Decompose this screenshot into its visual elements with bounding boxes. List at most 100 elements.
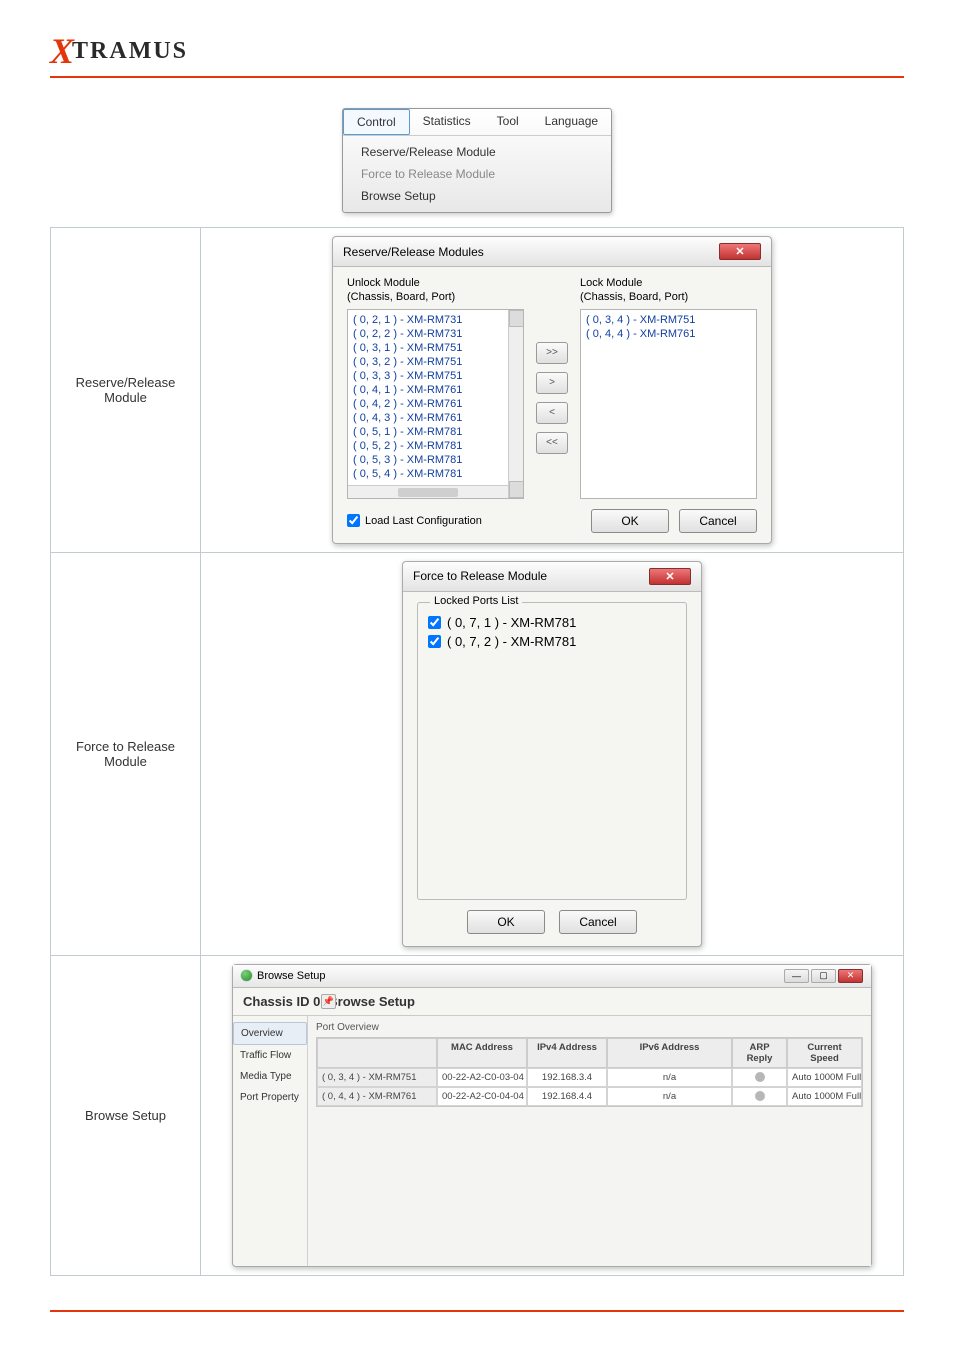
- menu-bar: Control Statistics Tool Language: [343, 109, 611, 136]
- locked-item[interactable]: ( 0, 7, 2 ) - XM-RM781: [424, 632, 680, 651]
- browse-setup-window: Browse Setup — ▢ ✕ Chassis ID 0: Browse …: [232, 964, 872, 1267]
- locked-item-checkbox[interactable]: [428, 616, 441, 629]
- cell-speed: Auto 1000M Full: [787, 1068, 862, 1087]
- cell-ipv4: 192.168.3.4: [527, 1068, 607, 1087]
- move-left-button[interactable]: <: [536, 402, 568, 424]
- ok-button[interactable]: OK: [467, 910, 545, 934]
- load-last-label: Load Last Configuration: [365, 515, 482, 527]
- cell-arp: [732, 1087, 787, 1106]
- cell-ipv6: n/a: [607, 1087, 732, 1106]
- reserve-titlebar: Reserve/Release Modules ✕: [333, 237, 771, 267]
- cancel-button[interactable]: Cancel: [559, 910, 637, 934]
- menu-tab-language[interactable]: Language: [532, 109, 611, 135]
- minimize-icon[interactable]: —: [784, 969, 809, 983]
- grid-header: MAC Address IPv4 Address IPv6 Address AR…: [317, 1038, 862, 1068]
- menu-item-browse[interactable]: Browse Setup: [343, 185, 611, 207]
- side-tabs: Overview Traffic Flow Media Type Port Pr…: [233, 1016, 308, 1266]
- locked-list-label: Locked Ports List: [430, 595, 522, 607]
- side-tab-port[interactable]: Port Property: [233, 1087, 307, 1108]
- list-item[interactable]: ( 0, 5, 3 ) - XM-RM781: [351, 453, 520, 467]
- cell-speed: Auto 1000M Full: [787, 1087, 862, 1106]
- locked-list-group: Locked Ports List ( 0, 7, 1 ) - XM-RM781…: [417, 602, 687, 900]
- dropdown-menu: Control Statistics Tool Language Reserve…: [342, 108, 612, 213]
- cancel-button[interactable]: Cancel: [679, 509, 757, 533]
- browse-titlebar: Browse Setup — ▢ ✕: [233, 965, 871, 988]
- col-blank: [317, 1038, 437, 1068]
- locked-item-checkbox[interactable]: [428, 635, 441, 648]
- cell-ipv6: n/a: [607, 1068, 732, 1087]
- locked-list: ( 0, 7, 1 ) - XM-RM781 ( 0, 7, 2 ) - XM-R…: [424, 613, 680, 893]
- list-item[interactable]: ( 0, 4, 3 ) - XM-RM761: [351, 411, 520, 425]
- load-last-checkbox[interactable]: Load Last Configuration: [347, 514, 482, 527]
- col-ipv6: IPv6 Address: [607, 1038, 732, 1068]
- transfer-buttons: >> > < <<: [536, 277, 568, 499]
- browse-title-text: Browse Setup: [257, 970, 325, 982]
- locked-item-label: ( 0, 7, 2 ) - XM-RM781: [447, 634, 576, 649]
- list-item[interactable]: ( 0, 5, 2 ) - XM-RM781: [351, 439, 520, 453]
- arp-dot-icon: [755, 1091, 765, 1101]
- side-tab-media[interactable]: Media Type: [233, 1066, 307, 1087]
- force-release-window: Force to Release Module ✕ Locked Ports L…: [402, 561, 702, 947]
- load-last-input[interactable]: [347, 514, 360, 527]
- unlock-label: Unlock Module (Chassis, Board, Port): [347, 277, 524, 305]
- menu-tab-tool[interactable]: Tool: [484, 109, 532, 135]
- menu-tab-statistics[interactable]: Statistics: [410, 109, 484, 135]
- cell-mac: 00-22-A2-C0-03-04: [437, 1068, 527, 1087]
- list-item[interactable]: ( 0, 2, 1 ) - XM-RM731: [351, 313, 520, 327]
- arp-dot-icon: [755, 1072, 765, 1082]
- logo-x: X: [50, 30, 74, 72]
- menu-items: Reserve/Release Module Force to Release …: [343, 136, 611, 212]
- feature-table: Reserve/Release Module Reserve/Release M…: [50, 227, 904, 1276]
- list-item[interactable]: ( 0, 5, 4 ) - XM-RM781: [351, 467, 520, 481]
- cell-port: ( 0, 3, 4 ) - XM-RM751: [317, 1068, 437, 1087]
- side-tab-traffic[interactable]: Traffic Flow: [233, 1045, 307, 1066]
- lock-listbox[interactable]: ( 0, 3, 4 ) - XM-RM751( 0, 4, 4 ) - XM-R…: [580, 309, 757, 499]
- list-item[interactable]: ( 0, 4, 4 ) - XM-RM761: [584, 327, 753, 341]
- xtramus-logo: X TRAMUS: [50, 30, 904, 72]
- list-item[interactable]: ( 0, 3, 2 ) - XM-RM751: [351, 355, 520, 369]
- row1-label: Reserve/Release Module: [51, 228, 201, 553]
- menu-item-force[interactable]: Force to Release Module: [343, 163, 611, 185]
- ok-button[interactable]: OK: [591, 509, 669, 533]
- status-dot-icon: [241, 970, 252, 981]
- lock-label: Lock Module (Chassis, Board, Port): [580, 277, 757, 305]
- close-icon[interactable]: ✕: [649, 568, 691, 585]
- menu-screenshot: Control Statistics Tool Language Reserve…: [50, 108, 904, 213]
- cell-ipv4: 192.168.4.4: [527, 1087, 607, 1106]
- list-item[interactable]: ( 0, 3, 4 ) - XM-RM751: [584, 313, 753, 327]
- locked-item[interactable]: ( 0, 7, 1 ) - XM-RM781: [424, 613, 680, 632]
- list-item[interactable]: ( 0, 5, 1 ) - XM-RM781: [351, 425, 520, 439]
- logo-header: X TRAMUS: [50, 30, 904, 78]
- col-arp: ARP Reply: [732, 1038, 787, 1068]
- cell-arp: [732, 1068, 787, 1087]
- move-all-right-button[interactable]: >>: [536, 342, 568, 364]
- side-tab-overview[interactable]: Overview: [233, 1022, 307, 1045]
- table-row[interactable]: ( 0, 3, 4 ) - XM-RM75100-22-A2-C0-03-041…: [317, 1068, 862, 1087]
- list-item[interactable]: ( 0, 3, 3 ) - XM-RM751: [351, 369, 520, 383]
- col-ipv4: IPv4 Address: [527, 1038, 607, 1068]
- pin-icon[interactable]: 📌: [321, 994, 336, 1009]
- menu-tab-control[interactable]: Control: [343, 109, 410, 135]
- close-icon[interactable]: ✕: [719, 243, 761, 260]
- list-item[interactable]: ( 0, 4, 1 ) - XM-RM761: [351, 383, 520, 397]
- cell-mac: 00-22-A2-C0-04-04: [437, 1087, 527, 1106]
- footer-rule: [50, 1310, 904, 1312]
- close-icon[interactable]: ✕: [838, 969, 863, 983]
- menu-item-reserve[interactable]: Reserve/Release Module: [343, 141, 611, 163]
- list-item[interactable]: ( 0, 4, 2 ) - XM-RM761: [351, 397, 520, 411]
- list-item[interactable]: ( 0, 3, 1 ) - XM-RM751: [351, 341, 520, 355]
- scrollbar-vertical[interactable]: [508, 310, 523, 498]
- col-speed: Current Speed: [787, 1038, 862, 1068]
- logo-text: TRAMUS: [72, 38, 188, 65]
- move-right-button[interactable]: >: [536, 372, 568, 394]
- browse-main-pane: Port Overview MAC Address IPv4 Address I…: [308, 1016, 871, 1266]
- reserve-release-window: Reserve/Release Modules ✕ Unlock Module …: [332, 236, 772, 544]
- list-item[interactable]: ( 0, 2, 2 ) - XM-RM731: [351, 327, 520, 341]
- unlock-listbox[interactable]: ( 0, 2, 1 ) - XM-RM731( 0, 2, 2 ) - XM-R…: [347, 309, 524, 499]
- cell-port: ( 0, 4, 4 ) - XM-RM761: [317, 1087, 437, 1106]
- table-row[interactable]: ( 0, 4, 4 ) - XM-RM76100-22-A2-C0-04-041…: [317, 1087, 862, 1106]
- port-grid: MAC Address IPv4 Address IPv6 Address AR…: [316, 1037, 863, 1107]
- maximize-icon[interactable]: ▢: [811, 969, 836, 983]
- scrollbar-horizontal[interactable]: [348, 485, 508, 498]
- move-all-left-button[interactable]: <<: [536, 432, 568, 454]
